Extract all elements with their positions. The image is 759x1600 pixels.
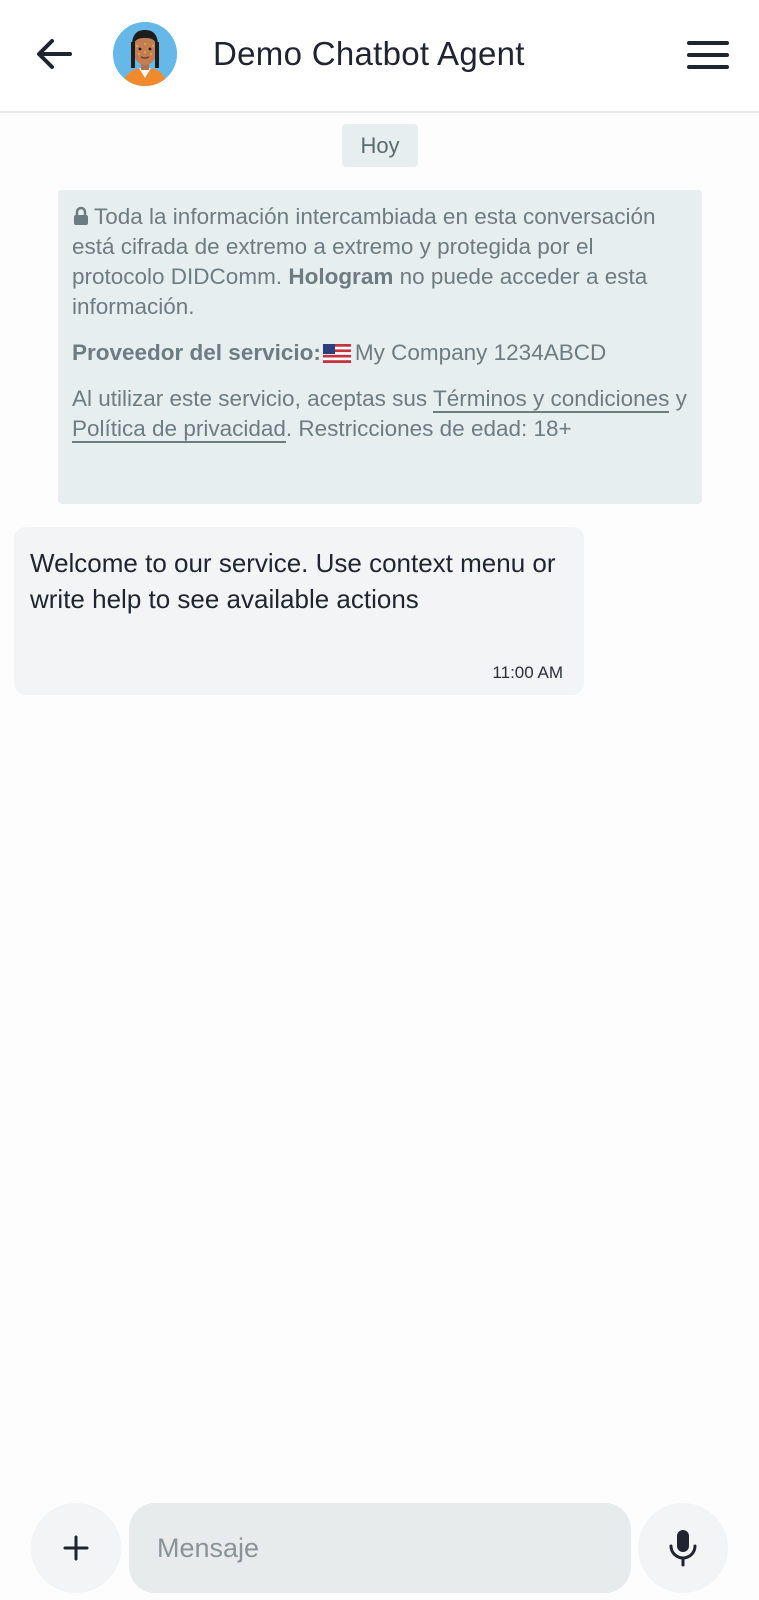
plus-icon bbox=[63, 1535, 89, 1561]
brand-name: Hologram bbox=[288, 264, 394, 289]
back-button[interactable] bbox=[34, 34, 74, 74]
terms-prefix: Al utilizar este servicio, aceptas sus bbox=[72, 386, 428, 411]
incoming-message[interactable]: Welcome to our service. Use context menu… bbox=[14, 527, 584, 695]
terms-paragraph: Al utilizar este servicio, aceptas sus T… bbox=[72, 384, 688, 444]
microphone-icon bbox=[669, 1530, 697, 1567]
message-timestamp: 11:00 AM bbox=[492, 663, 563, 682]
menu-button[interactable] bbox=[683, 38, 731, 72]
agent-avatar[interactable] bbox=[113, 22, 177, 86]
terms-link[interactable]: Términos y condiciones bbox=[433, 386, 670, 413]
attach-button[interactable] bbox=[31, 1503, 121, 1593]
hamburger-menu-line bbox=[687, 65, 729, 69]
message-text: Welcome to our service. Use context menu… bbox=[30, 548, 556, 614]
us-flag-icon bbox=[322, 344, 351, 363]
chat-title: Demo Chatbot Agent bbox=[213, 35, 525, 72]
encryption-paragraph: Toda la información intercambiada en est… bbox=[72, 202, 688, 322]
arrow-left-icon bbox=[37, 39, 72, 69]
lock-icon bbox=[74, 206, 88, 225]
avatar-image bbox=[113, 22, 177, 86]
age-restriction: . Restricciones de edad: 18+ bbox=[285, 416, 572, 441]
hamburger-menu-icon bbox=[687, 41, 729, 45]
provider-name: My Company 1234ABCD bbox=[354, 340, 607, 365]
privacy-link[interactable]: Política de privacidad bbox=[72, 416, 286, 443]
provider-paragraph: Proveedor del servicio: My Company 1234A… bbox=[72, 338, 688, 368]
provider-label: Proveedor del servicio: bbox=[72, 340, 321, 365]
date-separator: Hoy bbox=[342, 124, 418, 167]
terms-and: y bbox=[675, 386, 687, 411]
message-input[interactable] bbox=[129, 1503, 631, 1593]
hamburger-menu-line bbox=[687, 53, 729, 57]
encryption-notice: Toda la información intercambiada en est… bbox=[58, 190, 702, 504]
microphone-button[interactable] bbox=[638, 1503, 728, 1593]
chat-header: Demo Chatbot Agent bbox=[0, 0, 759, 113]
